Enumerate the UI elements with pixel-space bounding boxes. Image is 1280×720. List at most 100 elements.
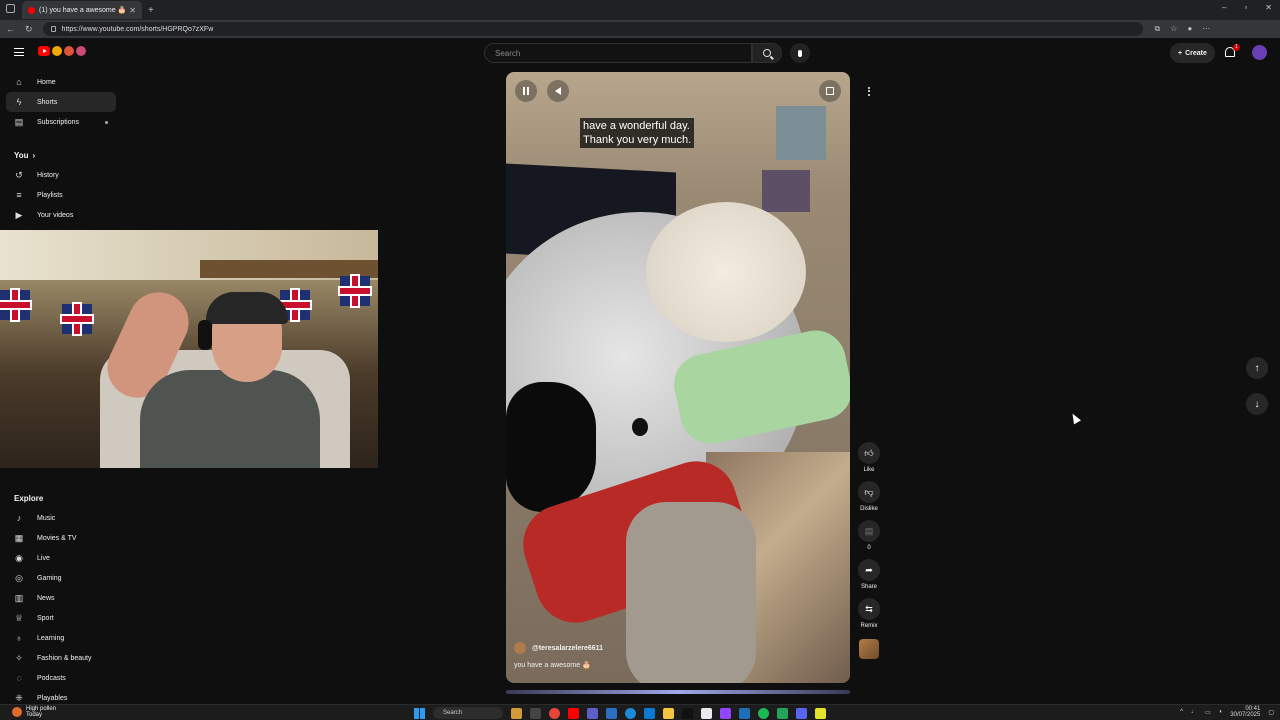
sidebar-item-podcasts[interactable]: ◌ Podcasts — [6, 668, 116, 688]
sidebar-item-gaming[interactable]: ◎ Gaming — [6, 568, 116, 588]
app-icon[interactable] — [701, 707, 712, 719]
channel-link[interactable]: @teresalarzelere6611 — [514, 642, 603, 654]
weather-widget[interactable]: High pollen Today — [12, 706, 56, 718]
koala-plush-eye — [632, 418, 648, 436]
teams-icon[interactable] — [587, 707, 598, 719]
close-window-button[interactable]: ✕ — [1265, 3, 1272, 12]
extensions-icon[interactable]: ⧉ — [1155, 24, 1161, 34]
previous-short-button[interactable]: ↑ — [1246, 357, 1268, 379]
doodle-icon — [52, 46, 62, 56]
sidebar-item-fashion[interactable]: ✧ Fashion & beauty — [6, 648, 116, 668]
sidebar-item-movies[interactable]: ▦ Movies & TV — [6, 528, 116, 548]
edge-icon[interactable] — [625, 707, 636, 719]
sidebar-item-playlists[interactable]: ≡ Playlists — [6, 185, 116, 205]
doodle-icon — [64, 46, 74, 56]
speaker-icon[interactable]: ◖ — [1219, 709, 1223, 715]
sidebar-item-live[interactable]: ◉ Live — [6, 548, 116, 568]
mic-tray-icon[interactable]: ♩ — [1191, 709, 1197, 715]
app-icon[interactable] — [511, 707, 522, 719]
sidebar-item-history[interactable]: ↺ History — [6, 165, 116, 185]
shorts-video-player[interactable]: have a wonderful day. Thank you very muc… — [506, 72, 850, 683]
pollen-icon — [12, 707, 22, 717]
youtube-app-icon[interactable] — [568, 707, 579, 719]
thumbs-down-icon: 👎︎ — [858, 481, 880, 503]
spotify-icon[interactable] — [758, 707, 769, 719]
like-button[interactable]: 👍︎ Like — [858, 442, 880, 473]
chevron-right-icon: › — [32, 150, 36, 160]
sidebar-you-heading[interactable]: You › — [0, 145, 120, 165]
volume-button[interactable] — [547, 80, 569, 102]
share-button[interactable]: ➦ Share — [858, 559, 880, 590]
koala-plush-nose — [506, 382, 596, 512]
news-icon: ▥ — [14, 592, 24, 603]
notifications-center-icon[interactable]: ▢ — [1268, 709, 1274, 716]
more-options-icon[interactable] — [860, 82, 878, 100]
sidebar-item-shorts[interactable]: ϟ Shorts — [6, 92, 116, 112]
dislike-button[interactable]: 👎︎ Dislike — [858, 481, 880, 512]
back-icon[interactable]: ← — [6, 24, 15, 35]
youtube-logo[interactable] — [38, 46, 86, 56]
windows-start-icon[interactable] — [414, 707, 425, 719]
search-input[interactable]: Search — [484, 43, 752, 63]
sidebar-item-learning[interactable]: ♁ Learning — [6, 628, 116, 648]
microphone-icon — [798, 49, 802, 57]
comments-button[interactable]: ▤ 0 — [858, 520, 880, 551]
fullscreen-button[interactable] — [819, 80, 841, 102]
voice-search-button[interactable] — [790, 43, 810, 63]
file-explorer-icon[interactable] — [663, 707, 674, 719]
notification-badge: 1 — [1233, 44, 1240, 51]
chrome-icon[interactable] — [549, 707, 560, 719]
app-icon[interactable] — [777, 707, 788, 719]
taskbar-search[interactable]: Search — [433, 707, 503, 719]
plus-icon: + — [1178, 49, 1183, 57]
chevron-up-icon[interactable]: ^ — [1180, 709, 1183, 715]
clock[interactable]: 00:41 30/07/2025 — [1230, 706, 1260, 718]
sidebar-item-sport[interactable]: ♕ Sport — [6, 608, 116, 628]
url-field[interactable]: https://www.youtube.com/shorts/HGPRQo7zX… — [42, 22, 1143, 36]
sidebar-item-news[interactable]: ▥ News — [6, 588, 116, 608]
new-tab-button[interactable]: + — [148, 5, 154, 16]
sidebar: ⌂ Home ϟ Shorts ▤ Subscriptions You › ↺ … — [0, 72, 120, 225]
comments-count: 0 — [867, 545, 871, 551]
sidebar-item-label: History — [37, 171, 59, 179]
pause-icon — [523, 87, 529, 95]
tab-actions-icon[interactable] — [6, 4, 15, 13]
channel-handle: @teresalarzelere6611 — [532, 644, 604, 652]
sidebar-item-subscriptions[interactable]: ▤ Subscriptions — [6, 112, 116, 132]
webcam-overlay — [0, 230, 378, 468]
more-menu-icon[interactable]: ⋯ — [1202, 24, 1210, 34]
discord-icon[interactable] — [796, 707, 807, 719]
mail-icon[interactable] — [644, 707, 655, 719]
browser-tab[interactable]: (1) you have a awesome 🎂 ✕ — [22, 1, 142, 19]
refresh-icon[interactable]: ↻ — [25, 24, 33, 35]
search-button[interactable] — [752, 43, 782, 63]
minimize-button[interactable]: – — [1222, 3, 1226, 12]
create-button[interactable]: + Create — [1170, 43, 1215, 63]
pause-button[interactable] — [515, 80, 537, 102]
next-short-button[interactable]: ↓ — [1246, 393, 1268, 415]
hamburger-menu-icon[interactable] — [14, 48, 24, 56]
podcast-icon: ◌ — [16, 673, 22, 683]
app-icon[interactable] — [815, 707, 826, 719]
twitch-icon[interactable] — [720, 707, 731, 719]
sound-thumbnail[interactable] — [859, 639, 879, 659]
sidebar-explore-section: Explore ♪ Music ▦ Movies & TV ◉ Live ◎ G… — [0, 488, 120, 708]
sidebar-item-music[interactable]: ♪ Music — [6, 508, 116, 528]
task-view-icon[interactable] — [530, 707, 541, 719]
taskbar-apps: Search — [414, 707, 826, 719]
sidebar-item-your-videos[interactable]: ▶ Your videos — [6, 205, 116, 225]
maximize-button[interactable]: ▫ — [1244, 3, 1247, 12]
favorites-icon[interactable]: ☆ — [1170, 24, 1177, 34]
store-icon[interactable] — [606, 707, 617, 719]
profile-icon[interactable]: ● — [1187, 24, 1192, 34]
dot — [868, 93, 870, 96]
steam-icon[interactable] — [739, 707, 750, 719]
remix-button[interactable]: ⇆ Remix — [858, 598, 880, 629]
network-icon[interactable]: ▭ — [1205, 709, 1211, 716]
sidebar-item-label: Live — [37, 554, 50, 562]
new-content-dot — [105, 120, 108, 124]
tiktok-icon[interactable] — [682, 707, 693, 719]
sidebar-item-home[interactable]: ⌂ Home — [6, 72, 116, 92]
close-tab-icon[interactable]: ✕ — [129, 6, 136, 15]
account-avatar[interactable] — [1252, 45, 1267, 60]
